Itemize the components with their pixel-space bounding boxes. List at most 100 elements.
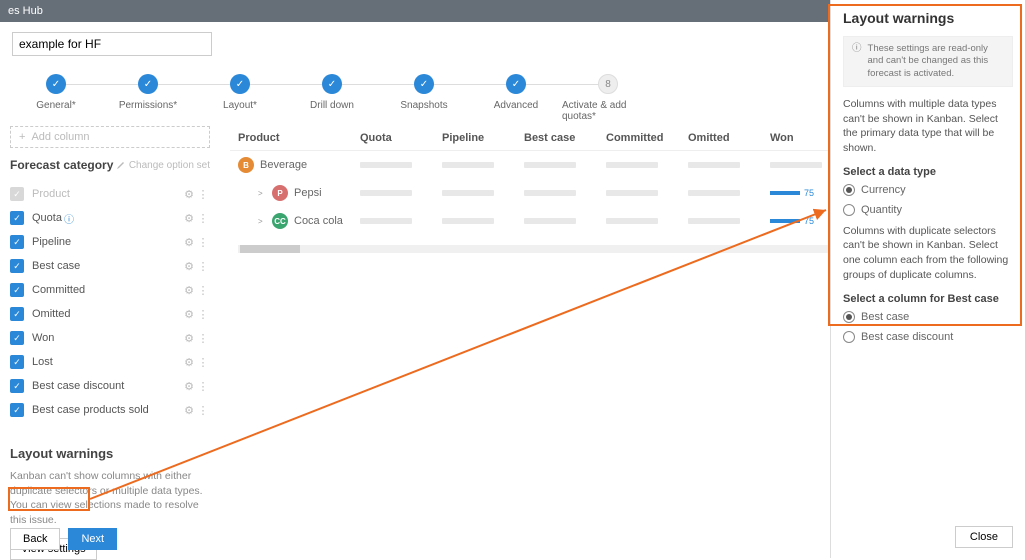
gear-icon[interactable]: ⚙ — [182, 356, 196, 369]
more-icon[interactable]: ⋮ — [196, 284, 210, 297]
checkbox-icon[interactable]: ✓ — [10, 331, 24, 345]
search-box[interactable] — [12, 32, 212, 56]
forecast-category-item[interactable]: ✓ Quota ⓘ ⚙ ⋮ — [10, 206, 210, 230]
close-button[interactable]: Close — [955, 526, 1013, 548]
wizard-step[interactable]: ✓Permissions* — [102, 74, 194, 122]
more-icon[interactable]: ⋮ — [196, 236, 210, 249]
checkbox-icon[interactable]: ✓ — [10, 283, 24, 297]
forecast-category-item[interactable]: ✓ Omitted ⚙ ⋮ — [10, 302, 210, 326]
search-input[interactable] — [19, 37, 205, 51]
checkbox-icon[interactable]: ✓ — [10, 259, 24, 273]
wizard-step[interactable]: ✓General* — [10, 74, 102, 122]
chevron-right-icon[interactable]: > — [258, 189, 266, 198]
check-icon: ✓ — [414, 74, 434, 94]
forecast-category-item[interactable]: ✓ Best case ⚙ ⋮ — [10, 254, 210, 278]
readonly-info: ⓘ These settings are read-only and can't… — [843, 36, 1013, 87]
table-header-cell: Committed — [606, 132, 688, 144]
gear-icon[interactable]: ⚙ — [182, 308, 196, 321]
more-icon[interactable]: ⋮ — [196, 332, 210, 345]
radio-quantity[interactable]: Quantity — [843, 204, 1013, 216]
back-button[interactable]: Back — [10, 528, 60, 550]
gear-icon[interactable]: ⚙ — [182, 380, 196, 393]
info-icon[interactable]: ⓘ — [62, 211, 76, 226]
table-header-cell: Quota — [360, 132, 442, 144]
checkbox-icon[interactable]: ✓ — [10, 355, 24, 369]
left-column: +Add column Forecast category Change opt… — [10, 126, 210, 560]
forecast-category-item[interactable]: ✓ Committed ⚙ ⋮ — [10, 278, 210, 302]
preview-table: ProductQuotaPipelineBest caseCommittedOm… — [230, 126, 852, 253]
pencil-icon — [116, 160, 126, 170]
more-icon[interactable]: ⋮ — [196, 212, 210, 225]
product-badge: CC — [272, 213, 288, 229]
gear-icon[interactable]: ⚙ — [182, 404, 196, 417]
wizard-step[interactable]: ✓Snapshots — [378, 74, 470, 122]
product-badge: P — [272, 185, 288, 201]
checkbox-icon[interactable]: ✓ — [10, 187, 24, 201]
more-icon[interactable]: ⋮ — [196, 404, 210, 417]
check-icon: ✓ — [138, 74, 158, 94]
check-icon: ✓ — [230, 74, 250, 94]
table-row[interactable]: B Beverage — [230, 151, 852, 179]
forecast-category-item[interactable]: ✓ Best case products sold ⚙ ⋮ — [10, 398, 210, 422]
checkbox-icon[interactable]: ✓ — [10, 235, 24, 249]
panel-text-1: Columns with multiple data types can't b… — [843, 97, 1013, 156]
app-title: es Hub — [8, 5, 43, 17]
wizard-steps: ✓General*✓Permissions*✓Layout*✓Drill dow… — [10, 74, 830, 122]
select-column-bestcase-label: Select a column for Best case — [843, 293, 1013, 305]
check-icon: ✓ — [322, 74, 342, 94]
forecast-category-list: ✓ Product ⚙ ⋮✓ Quota ⓘ ⚙ ⋮✓ Pipeline ⚙ ⋮… — [10, 182, 210, 422]
checkbox-icon[interactable]: ✓ — [10, 211, 24, 225]
radio-currency[interactable]: Currency — [843, 184, 1013, 196]
more-icon[interactable]: ⋮ — [196, 356, 210, 369]
forecast-category-item[interactable]: ✓ Best case discount ⚙ ⋮ — [10, 374, 210, 398]
wizard-nav: Back Next — [10, 528, 117, 550]
change-option-set-link[interactable]: Change option set — [116, 160, 210, 171]
radio-best-case[interactable]: Best case — [843, 311, 1013, 323]
horizontal-scrollbar[interactable] — [238, 245, 844, 253]
table-header-cell: Best case — [524, 132, 606, 144]
step-number: 8 — [598, 74, 618, 94]
gear-icon[interactable]: ⚙ — [182, 212, 196, 225]
checkbox-icon[interactable]: ✓ — [10, 403, 24, 417]
wizard-step[interactable]: ✓Layout* — [194, 74, 286, 122]
layout-warnings-body: Kanban can't show columns with either du… — [10, 469, 210, 528]
more-icon[interactable]: ⋮ — [196, 380, 210, 393]
next-button[interactable]: Next — [68, 528, 117, 550]
gear-icon[interactable]: ⚙ — [182, 188, 196, 201]
chevron-right-icon[interactable]: > — [258, 217, 266, 226]
wizard-step[interactable]: 8Activate & add quotas* — [562, 74, 654, 122]
checkbox-icon[interactable]: ✓ — [10, 307, 24, 321]
wizard-step[interactable]: ✓Advanced — [470, 74, 562, 122]
more-icon[interactable]: ⋮ — [196, 188, 210, 201]
select-data-type-label: Select a data type — [843, 166, 1013, 178]
panel-title: Layout warnings — [843, 10, 1013, 26]
gear-icon[interactable]: ⚙ — [182, 236, 196, 249]
forecast-category-item[interactable]: ✓ Won ⚙ ⋮ — [10, 326, 210, 350]
info-icon: ⓘ — [852, 43, 862, 80]
check-icon: ✓ — [46, 74, 66, 94]
panel-text-2: Columns with duplicate selectors can't b… — [843, 224, 1013, 283]
add-column-button[interactable]: +Add column — [10, 126, 210, 148]
forecast-category-item[interactable]: ✓ Product ⚙ ⋮ — [10, 182, 210, 206]
checkbox-icon[interactable]: ✓ — [10, 379, 24, 393]
radio-best-case-discount[interactable]: Best case discount — [843, 331, 1013, 343]
table-header-cell: Omitted — [688, 132, 770, 144]
forecast-category-item[interactable]: ✓ Lost ⚙ ⋮ — [10, 350, 210, 374]
layout-warnings-title: Layout warnings — [10, 446, 210, 461]
forecast-category-item[interactable]: ✓ Pipeline ⚙ ⋮ — [10, 230, 210, 254]
table-header-cell: Pipeline — [442, 132, 524, 144]
table-body: B Beverage > P Pepsi 75 > CC Coca cola 7… — [230, 151, 852, 235]
gear-icon[interactable]: ⚙ — [182, 260, 196, 273]
product-badge: B — [238, 157, 254, 173]
gear-icon[interactable]: ⚙ — [182, 284, 196, 297]
wizard-step[interactable]: ✓Drill down — [286, 74, 378, 122]
table-row[interactable]: > P Pepsi 75 — [230, 179, 852, 207]
table-header: ProductQuotaPipelineBest caseCommittedOm… — [230, 126, 852, 151]
more-icon[interactable]: ⋮ — [196, 260, 210, 273]
more-icon[interactable]: ⋮ — [196, 308, 210, 321]
gear-icon[interactable]: ⚙ — [182, 332, 196, 345]
preview-column: ProductQuotaPipelineBest caseCommittedOm… — [230, 126, 864, 560]
table-row[interactable]: > CC Coca cola 75 — [230, 207, 852, 235]
forecast-category-header: Forecast category Change option set — [10, 158, 210, 172]
main-area: ✓General*✓Permissions*✓Layout*✓Drill dow… — [0, 22, 830, 558]
